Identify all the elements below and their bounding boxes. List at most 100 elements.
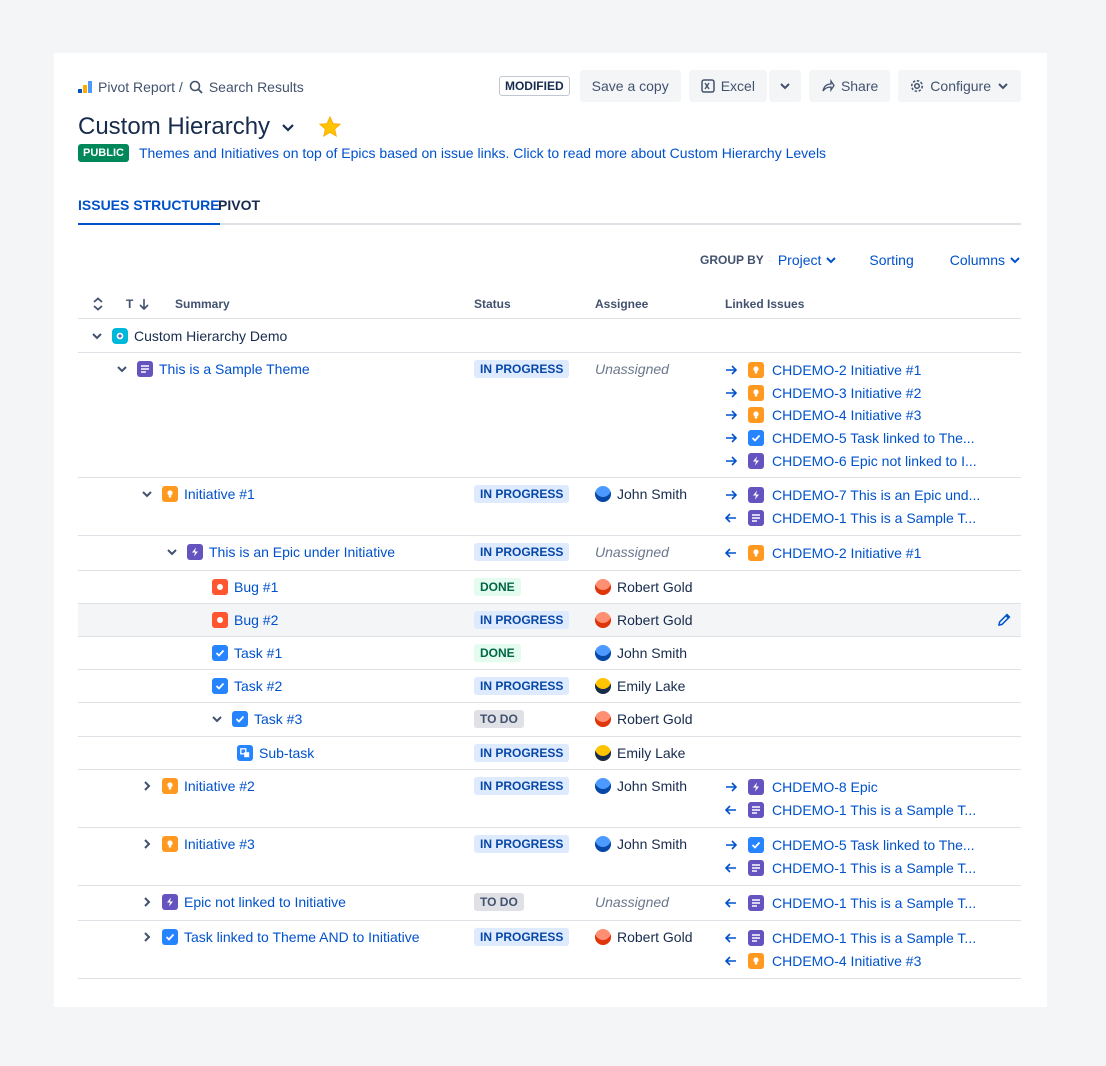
chevron-down-icon xyxy=(779,80,791,92)
linked-issue[interactable]: CHDEMO-8 Epic xyxy=(724,777,878,797)
summary-link[interactable]: Bug #2 xyxy=(234,612,278,628)
arrow-right-icon xyxy=(724,431,740,445)
arrow-right-icon xyxy=(724,386,740,400)
save-copy-button[interactable]: Save a copy xyxy=(579,70,681,102)
chevron-down-icon[interactable] xyxy=(210,712,224,726)
sorting-button[interactable]: Sorting xyxy=(869,252,913,268)
table-row: Bug #2 IN PROGRESS Robert Gold xyxy=(78,604,1021,637)
avatar xyxy=(595,645,611,661)
linked-issue[interactable]: CHDEMO-6 Epic not linked to I... xyxy=(724,451,977,471)
theme-icon xyxy=(748,859,764,876)
task-icon xyxy=(748,430,764,447)
status-lozenge[interactable]: IN PROGRESS xyxy=(474,543,570,561)
tab-pivot[interactable]: PIVOT xyxy=(218,197,260,221)
chevron-down-icon[interactable] xyxy=(165,545,179,559)
group-by-project-label: Project xyxy=(777,252,822,268)
summary-link[interactable]: This is an Epic under Initiative xyxy=(209,544,395,560)
initiative-icon xyxy=(748,362,764,378)
linked-issue-label: CHDEMO-1 This is a Sample T... xyxy=(772,930,977,946)
status-lozenge[interactable]: TO DO xyxy=(474,710,524,728)
assignee-unassigned: Unassigned xyxy=(595,361,669,377)
chevron-down-icon xyxy=(997,80,1009,92)
summary-link[interactable]: Epic not linked to Initiative xyxy=(184,894,346,910)
summary-column-header[interactable]: Summary xyxy=(175,289,230,319)
linked-issue[interactable]: CHDEMO-7 This is an Epic und... xyxy=(724,485,980,505)
tab-issues-structure[interactable]: ISSUES STRUCTURE xyxy=(78,197,220,225)
avatar xyxy=(595,778,611,794)
linked-issue-label: CHDEMO-7 This is an Epic und... xyxy=(772,487,981,503)
breadcrumb-pivot-report[interactable]: Pivot Report / xyxy=(98,79,183,95)
status-cell: DONE xyxy=(474,577,521,597)
pencil-icon[interactable] xyxy=(996,610,1012,630)
linked-issue[interactable]: CHDEMO-1 This is a Sample T... xyxy=(724,893,976,913)
summary-link[interactable]: Task #1 xyxy=(234,645,282,661)
status-lozenge[interactable]: IN PROGRESS xyxy=(474,835,570,853)
linked-issue[interactable]: CHDEMO-1 This is a Sample T... xyxy=(724,508,976,528)
summary-link[interactable]: Sub-task xyxy=(259,745,314,761)
theme-icon xyxy=(748,801,764,818)
task-icon xyxy=(748,837,764,853)
excel-dropdown-button[interactable] xyxy=(768,70,801,102)
initiative-icon xyxy=(162,778,178,794)
type-column-header[interactable]: T xyxy=(126,289,149,319)
status-lozenge[interactable]: IN PROGRESS xyxy=(474,677,570,695)
columns-dropdown[interactable]: Columns xyxy=(950,252,1021,268)
share-button[interactable]: Share xyxy=(808,70,891,102)
linked-issues-column-header[interactable]: Linked Issues xyxy=(725,289,804,319)
chevron-right-icon[interactable] xyxy=(140,779,154,793)
chevron-right-icon[interactable] xyxy=(140,895,154,909)
linked-issue[interactable]: CHDEMO-1 This is a Sample T... xyxy=(724,858,976,878)
summary-link[interactable]: Task #2 xyxy=(234,678,282,694)
chevron-right-icon[interactable] xyxy=(140,930,154,944)
linked-issue[interactable]: CHDEMO-2 Initiative #1 xyxy=(724,360,921,380)
status-lozenge[interactable]: TO DO xyxy=(474,893,524,911)
expand-collapse-all-icon[interactable] xyxy=(92,289,104,319)
chevron-down-icon[interactable] xyxy=(90,329,104,343)
assignee-column-header[interactable]: Assignee xyxy=(595,289,648,319)
description-link[interactable]: Themes and Initiatives on top of Epics b… xyxy=(139,145,826,161)
table-row: Initiative #1 IN PROGRESS John Smith CHDEMO… xyxy=(78,478,1021,536)
linked-issue-label: CHDEMO-3 Initiative #2 xyxy=(772,384,922,401)
avatar xyxy=(595,711,611,727)
linked-issue[interactable]: CHDEMO-5 Task linked to The... xyxy=(724,428,975,448)
breadcrumb-search-results[interactable]: Search Results xyxy=(209,79,304,95)
linked-issue[interactable]: CHDEMO-2 Initiative #1 xyxy=(724,543,921,563)
summary-link[interactable]: Initiative #2 xyxy=(184,778,255,794)
excel-button[interactable]: Excel xyxy=(688,70,767,102)
chevron-down-icon[interactable] xyxy=(115,362,129,376)
table-row: This is an Epic under Initiative IN PROGR… xyxy=(78,536,1021,571)
status-lozenge[interactable]: DONE xyxy=(474,578,521,596)
arrow-right-icon xyxy=(724,363,740,377)
summary-link[interactable]: Task #3 xyxy=(254,711,302,727)
summary-link[interactable]: Task linked to Theme AND to Initiative xyxy=(184,929,420,945)
configure-button[interactable]: Configure xyxy=(898,70,1021,102)
status-column-header[interactable]: Status xyxy=(474,289,511,319)
status-lozenge[interactable]: IN PROGRESS xyxy=(474,485,570,503)
status-lozenge[interactable]: IN PROGRESS xyxy=(474,777,570,795)
linked-issue[interactable]: CHDEMO-5 Task linked to The... xyxy=(724,835,975,855)
assignee-cell: John Smith xyxy=(595,643,687,663)
title-chevron-down-icon[interactable] xyxy=(280,119,296,135)
summary-cell: Bug #1 xyxy=(212,577,278,597)
status-lozenge[interactable]: IN PROGRESS xyxy=(474,744,570,762)
chevron-down-icon[interactable] xyxy=(140,487,154,501)
linked-issue[interactable]: CHDEMO-1 This is a Sample T... xyxy=(724,800,976,820)
summary-link[interactable]: Initiative #3 xyxy=(184,836,255,852)
summary-link[interactable]: Initiative #1 xyxy=(184,486,255,502)
linked-issue[interactable]: CHDEMO-4 Initiative #3 xyxy=(724,951,921,971)
type-column-label: T xyxy=(126,297,134,311)
group-by-project-dropdown[interactable]: Project xyxy=(778,252,838,268)
status-lozenge[interactable]: IN PROGRESS xyxy=(474,360,570,378)
summary-link[interactable]: Bug #1 xyxy=(234,579,278,595)
linked-issue[interactable]: CHDEMO-4 Initiative #3 xyxy=(724,405,921,425)
chevron-right-icon[interactable] xyxy=(140,837,154,851)
status-lozenge[interactable]: IN PROGRESS xyxy=(474,928,570,946)
star-icon[interactable] xyxy=(318,115,342,139)
linked-issue[interactable]: CHDEMO-3 Initiative #2 xyxy=(724,383,921,403)
arrow-right-icon xyxy=(724,780,740,794)
summary-link[interactable]: This is a Sample Theme xyxy=(159,361,310,377)
linked-issue[interactable]: CHDEMO-1 This is a Sample T... xyxy=(724,928,976,948)
status-lozenge[interactable]: DONE xyxy=(474,644,521,662)
status-lozenge[interactable]: IN PROGRESS xyxy=(474,611,570,629)
summary-link: Custom Hierarchy Demo xyxy=(134,328,288,344)
